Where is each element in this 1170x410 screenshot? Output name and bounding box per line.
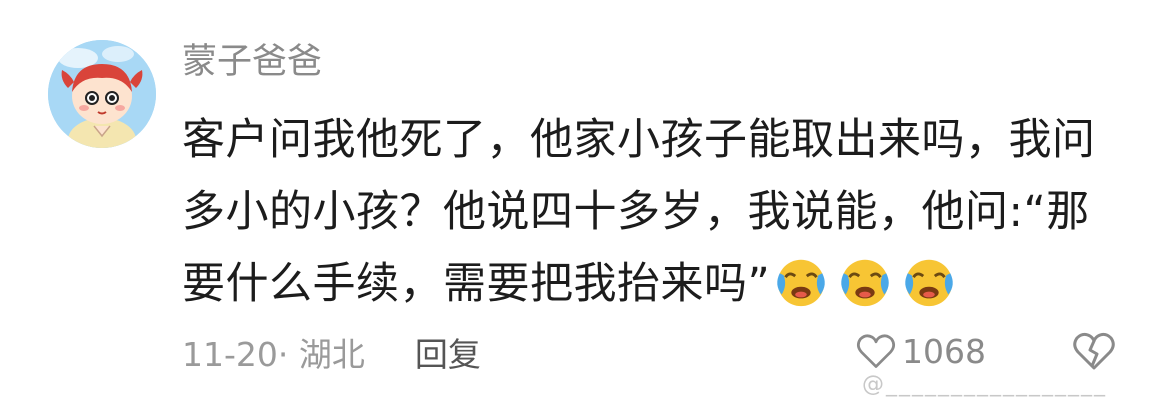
comment-text: 客户问我他死了，他家小孩子能取出来吗，我问多小的小孩？他说四十多岁，我说能，他问…	[182, 104, 1117, 320]
comment-meta: 11-20· 湖北 回复	[182, 328, 481, 376]
reply-button[interactable]: 回复	[415, 328, 481, 376]
like-count: 1068	[902, 331, 986, 371]
watermark: @_________________	[862, 372, 1107, 397]
crying-laughing-icon	[836, 252, 894, 310]
avatar-girl-illustration	[48, 40, 156, 148]
comment-body: 客户问我他死了，他家小孩子能取出来吗，我问多小的小孩？他说四十多岁，我说能，他问…	[182, 115, 1096, 309]
username[interactable]: 蒙子爸爸	[182, 38, 322, 86]
crying-laughing-icon	[772, 252, 830, 310]
crying-laughing-icon	[900, 252, 958, 310]
broken-heart-icon	[1073, 332, 1115, 370]
date-location: 11-20· 湖北	[182, 335, 365, 374]
dislike-button[interactable]	[1070, 326, 1120, 376]
heart-icon	[856, 334, 896, 368]
avatar[interactable]	[48, 40, 156, 148]
emoji-group	[772, 252, 958, 310]
like-button[interactable]: 1068	[854, 326, 986, 376]
